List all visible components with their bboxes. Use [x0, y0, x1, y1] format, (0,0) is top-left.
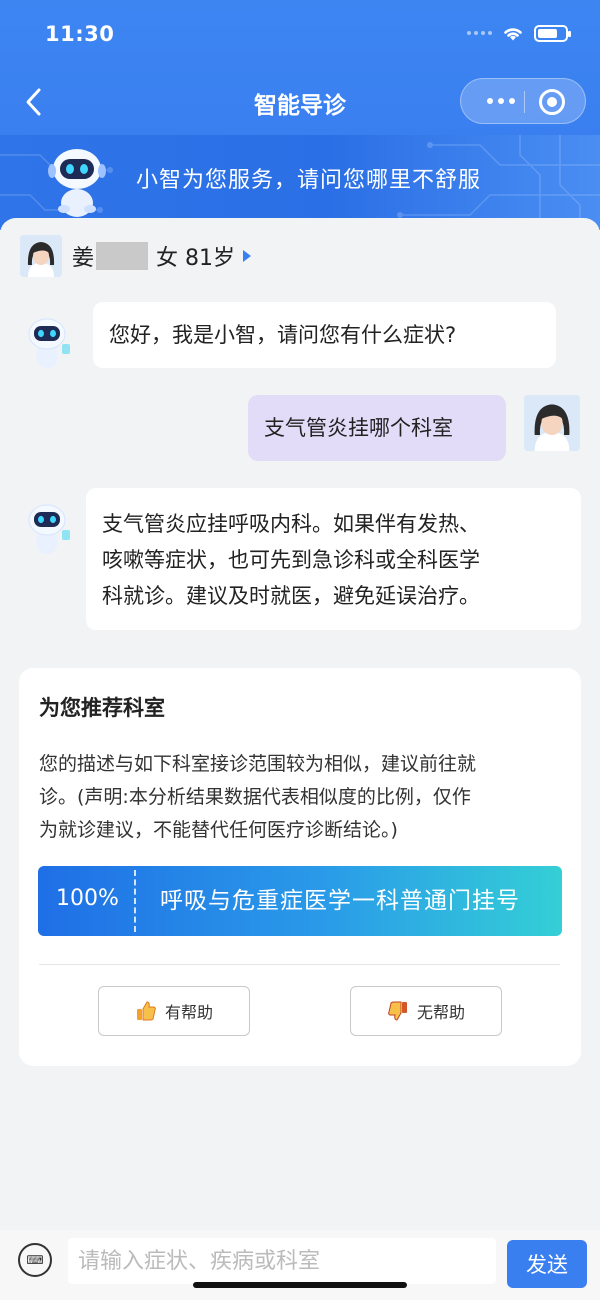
top-bar: 11:30 智能导诊 [0, 0, 600, 135]
name-redaction [96, 242, 149, 270]
description-line: 为就诊建议，不能替代任何医疗诊断结论。) [39, 819, 398, 841]
triangle-right-icon [243, 250, 252, 262]
answer-line: 咳嗽等症状，也可先到急诊科或全科医学 [102, 548, 480, 572]
description-line: 您的描述与如下科室接诊范围较为相似，建议前往就 [39, 753, 477, 775]
bot-answer-message: 支气管炎应挂呼吸内科。如果伴有发热、 咳嗽等症状，也可先到急诊科或全科医学 科就… [86, 488, 581, 630]
user-message: 支气管炎挂哪个科室 [248, 395, 506, 461]
keyboard-toggle-icon[interactable]: ⌨ [18, 1243, 52, 1277]
patient-selector[interactable]: 姜 女 81岁 [20, 234, 252, 278]
department-name: 呼吸与危重症医学一科普通门挂号 [160, 888, 520, 914]
female-avatar-icon [20, 235, 62, 277]
dashed-divider [134, 870, 136, 932]
status-icons [467, 24, 571, 42]
recommend-card: 为您推荐科室 您的描述与如下科室接诊范围较为相似，建议前往就 诊。(声明:本分析… [19, 668, 581, 1066]
user-avatar [524, 395, 580, 451]
assistant-banner: 小智为您服务，请问您哪里不舒服 [0, 135, 600, 230]
helpful-label: 有帮助 [164, 1003, 213, 1022]
thumbs-up-icon [136, 1001, 156, 1021]
recommend-description: 您的描述与如下科室接诊范围较为相似，建议前往就 诊。(声明:本分析结果数据代表相… [39, 748, 564, 847]
answer-line: 科就诊。建议及时就医，避免延误治疗。 [102, 584, 480, 608]
patient-info: 女 81岁 [156, 246, 236, 271]
battery-icon [534, 24, 571, 42]
female-avatar-icon [524, 395, 580, 451]
miniprogram-capsule [460, 78, 586, 124]
status-time: 11:30 [45, 22, 115, 46]
match-percent: 100% [56, 886, 119, 911]
symptom-input[interactable] [68, 1238, 496, 1284]
patient-avatar [20, 235, 62, 277]
robot-mascot-icon [48, 149, 106, 217]
send-button[interactable]: 发送 [507, 1240, 587, 1288]
wifi-icon [504, 28, 522, 41]
patient-surname: 姜 [72, 246, 95, 271]
more-dots-icon[interactable] [479, 79, 523, 123]
robot-avatar-icon [28, 318, 70, 368]
banner-text: 小智为您服务，请问您哪里不舒服 [136, 168, 482, 193]
capsule-divider [524, 91, 525, 113]
chat-area: 姜 女 81岁 您好，我是小智，请问您有什么症状? 支气管炎挂哪个科室 支气管炎… [0, 218, 600, 1230]
thumbs-down-icon [388, 1001, 407, 1021]
bot-message: 您好，我是小智，请问您有什么症状? [93, 302, 556, 368]
helpful-button[interactable]: 有帮助 [98, 986, 250, 1036]
card-divider [39, 964, 560, 965]
unhelpful-button[interactable]: 无帮助 [350, 986, 502, 1036]
robot-avatar-icon [28, 504, 70, 554]
input-bar: ⌨ 发送 [0, 1230, 600, 1300]
description-line: 诊。(声明:本分析结果数据代表相似度的比例，仅作 [39, 786, 471, 808]
answer-line: 支气管炎应挂呼吸内科。如果伴有发热、 [102, 512, 480, 536]
signal-icon [467, 31, 492, 35]
patient-name: 姜 女 81岁 [72, 240, 252, 272]
recommend-title: 为您推荐科室 [39, 696, 165, 720]
unhelpful-label: 无帮助 [416, 1003, 465, 1022]
close-target-icon[interactable] [539, 89, 565, 115]
department-option[interactable]: 100% 呼吸与危重症医学一科普通门挂号 [38, 866, 562, 936]
home-indicator [193, 1282, 407, 1288]
